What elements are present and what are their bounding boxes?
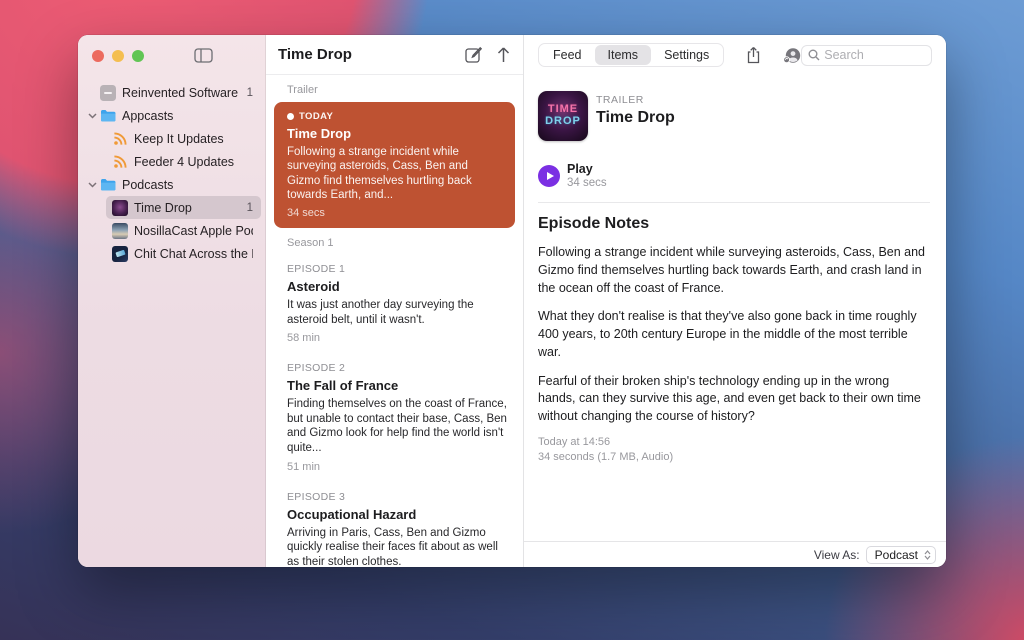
app-window: Reinvented Software 1 Appcasts [78, 35, 946, 567]
detail-title: Time Drop [596, 109, 675, 127]
play-duration: 34 secs [567, 177, 607, 189]
separator [538, 202, 930, 203]
view-as-label: View As: [814, 548, 860, 562]
detail-pane: Feed Items Settings [524, 35, 946, 567]
view-as-value: Podcast [875, 548, 918, 562]
desktop-wallpaper: Reinvented Software 1 Appcasts [0, 0, 1024, 640]
unread-badge: 1 [247, 87, 253, 99]
chevron-down-icon[interactable] [88, 112, 100, 119]
notes-heading: Episode Notes [538, 215, 930, 233]
unread-badge: 1 [247, 202, 253, 214]
sidebar-item-feeder-4-updates[interactable]: Feeder 4 Updates [106, 150, 261, 173]
zoom-button[interactable] [132, 50, 144, 62]
view-segmented-control: Feed Items Settings [538, 43, 724, 67]
episode-title: Asteroid [287, 279, 507, 294]
episode-title: Time Drop [287, 126, 502, 141]
tab-settings[interactable]: Settings [651, 45, 722, 65]
episode-kicker: EPISODE 2 [287, 362, 507, 374]
time-drop-artwork-icon [112, 200, 128, 216]
sidebar-item-nosillacast[interactable]: NosillaCast Apple Podc... [106, 219, 261, 242]
sidebar-item-chit-chat[interactable]: Chit Chat Across the Po... [106, 242, 261, 265]
episode-description: Arriving in Paris, Cass, Ben and Gizmo q… [287, 526, 507, 568]
episode-description: It was just another day surveying the as… [287, 298, 507, 327]
play-icon [547, 172, 554, 180]
sidebar-item-label: Keep It Updates [134, 132, 253, 146]
tab-feed[interactable]: Feed [540, 45, 595, 65]
episode-list: Trailer TODAY Time Drop Following a stra… [266, 75, 523, 567]
chevron-down-icon[interactable] [88, 181, 100, 188]
play-label: Play [567, 162, 607, 176]
episode-description: Finding themselves on the coast of Franc… [287, 397, 507, 455]
folder-icon [100, 177, 116, 193]
sidebar-item-label: Appcasts [122, 109, 253, 123]
rss-icon [112, 154, 128, 170]
notes-paragraph: Following a strange incident while surve… [538, 244, 930, 297]
share-icon[interactable] [746, 46, 761, 64]
compose-icon[interactable] [465, 46, 482, 63]
sidebar-item-keep-it-updates[interactable]: Keep It Updates [106, 127, 261, 150]
window-controls [78, 48, 265, 77]
upload-arrow-icon[interactable] [496, 46, 511, 63]
episode-notes: Episode Notes Following a strange incide… [538, 215, 930, 463]
sidebar-list: Reinvented Software 1 Appcasts [78, 77, 265, 265]
folder-icon [100, 108, 116, 124]
sidebar-item-label: Podcasts [122, 178, 253, 192]
sidebar: Reinvented Software 1 Appcasts [78, 35, 266, 567]
sidebar-folder-podcasts[interactable]: Podcasts [82, 173, 261, 196]
detail-kicker: TRAILER [596, 94, 675, 106]
detail-header: TIME DROP TRAILER Time Drop [538, 91, 930, 141]
section-header-trailer: Trailer [266, 75, 523, 102]
sidebar-folder-appcasts[interactable]: Appcasts [82, 104, 261, 127]
rss-icon [112, 131, 128, 147]
notes-paragraph: What they don't realise is that they've … [538, 308, 930, 361]
episode-kicker: EPISODE 1 [287, 263, 507, 275]
selected-episode-card[interactable]: TODAY Time Drop Following a strange inci… [274, 102, 515, 228]
section-header-season: Season 1 [266, 228, 523, 255]
view-as-dropdown[interactable]: Podcast [866, 546, 936, 564]
episode-row[interactable]: EPISODE 3 Occupational Hazard Arriving i… [266, 483, 523, 568]
episode-title: The Fall of France [287, 378, 507, 393]
chit-chat-artwork-icon [112, 246, 128, 262]
episode-duration: 58 min [287, 332, 507, 344]
notes-paragraph: Fearful of their broken ship's technolog… [538, 373, 930, 426]
detail-toolbar: Feed Items Settings [524, 35, 946, 75]
detail-content: TIME DROP TRAILER Time Drop Play 34 secs [524, 75, 946, 541]
episode-row[interactable]: EPISODE 2 The Fall of France Finding the… [266, 354, 523, 482]
podcast-artwork: TIME DROP [538, 91, 588, 141]
play-button[interactable] [538, 165, 560, 187]
list-pane-header: Time Drop [266, 35, 523, 75]
sidebar-item-label: Time Drop [134, 201, 241, 215]
detail-footer: View As: Podcast [524, 541, 946, 567]
episode-title: Occupational Hazard [287, 507, 507, 522]
feed-title: Time Drop [278, 46, 451, 63]
sidebar-item-label: Chit Chat Across the Po... [134, 247, 253, 261]
episode-duration: 34 secs [287, 207, 502, 219]
tab-items[interactable]: Items [595, 45, 652, 65]
unread-dot-icon [287, 113, 294, 120]
file-info: 34 seconds (1.7 MB, Audio) [538, 451, 930, 463]
search-field[interactable] [801, 45, 932, 66]
search-input[interactable] [824, 48, 925, 62]
sidebar-item-reinvented-software[interactable]: Reinvented Software 1 [94, 81, 261, 104]
nosillacast-artwork-icon [112, 223, 128, 239]
stepper-chevrons-icon [924, 550, 931, 560]
episode-list-pane: Time Drop Trailer TODAY [266, 35, 524, 567]
sidebar-item-label: NosillaCast Apple Podc... [134, 224, 253, 238]
person-sync-icon[interactable] [783, 47, 801, 64]
search-icon [808, 49, 820, 61]
episode-duration: 51 min [287, 461, 507, 473]
sidebar-item-time-drop[interactable]: Time Drop 1 [106, 196, 261, 219]
minimize-button[interactable] [112, 50, 124, 62]
sidebar-item-label: Feeder 4 Updates [134, 155, 253, 169]
publish-date: Today at 14:56 [538, 436, 930, 448]
episode-kicker: EPISODE 3 [287, 491, 507, 503]
episode-description: Following a strange incident while surve… [287, 145, 502, 203]
app-window-icon [100, 85, 116, 101]
play-row: Play 34 secs [538, 162, 930, 189]
sidebar-toggle-icon[interactable] [194, 48, 213, 63]
today-kicker: TODAY [287, 111, 502, 122]
sidebar-item-label: Reinvented Software [122, 86, 241, 100]
episode-row[interactable]: EPISODE 1 Asteroid It was just another d… [266, 255, 523, 354]
close-button[interactable] [92, 50, 104, 62]
